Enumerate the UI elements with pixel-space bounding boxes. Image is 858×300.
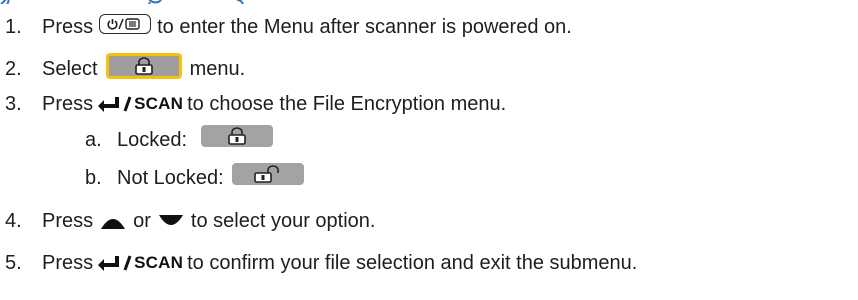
substep-letter: a. — [85, 129, 102, 151]
step-text-post: to confirm your file selection and exit … — [187, 252, 638, 274]
step-number: 3. — [5, 93, 22, 115]
step-text-pre: Press — [42, 16, 94, 38]
step-text-post: to enter the Menu after scanner is power… — [157, 16, 572, 38]
step-number: 1. — [5, 16, 22, 38]
not-locked-key — [231, 163, 304, 185]
step-text-pre: Press — [42, 93, 94, 115]
step-5: 5. Press SCAN to confirm your file selec… — [0, 249, 639, 277]
substep-b: b. Not Locked: — [80, 163, 304, 192]
step-text-post: to select your option. — [190, 210, 376, 232]
enter-arrow-icon — [98, 255, 132, 271]
step-number: 2. — [5, 58, 22, 80]
power-menu-icon — [107, 18, 140, 30]
step-2: 2. Select menu. — [0, 53, 247, 83]
step-text-mid: or — [133, 210, 151, 232]
step-text-post: to choose the File Encryption menu. — [187, 93, 507, 115]
lock-open-icon — [253, 165, 279, 183]
step-number: 5. — [5, 252, 22, 274]
step-text-pre: Press — [42, 252, 94, 274]
lock-menu-key — [105, 53, 182, 79]
step-4: 4. Press or to select your option. — [0, 207, 377, 235]
lock-icon — [134, 57, 153, 75]
substep-letter: b. — [85, 167, 102, 189]
heading-text-tail — [0, 0, 244, 4]
scan-label: SCAN — [134, 94, 184, 113]
step-text-pre: Select — [42, 58, 98, 80]
step-1: 1. Press to enter the Menu after scanner… — [0, 13, 574, 41]
section-heading-fragment — [0, 0, 340, 4]
down-arrow-icon — [158, 215, 183, 225]
power-menu-key — [99, 14, 152, 34]
locked-key — [201, 125, 274, 147]
step-text-post: menu. — [189, 58, 246, 80]
enter-scan-key: SCAN — [97, 249, 183, 277]
enter-arrow-icon — [98, 96, 132, 112]
enter-scan-key: SCAN — [97, 90, 183, 118]
step-number: 4. — [5, 210, 22, 232]
substep-text: Not Locked: — [117, 167, 224, 189]
lock-closed-icon — [228, 127, 246, 145]
substep-a: a. Locked: — [80, 125, 274, 154]
scan-label: SCAN — [134, 253, 184, 272]
up-arrow-icon — [101, 219, 126, 229]
substep-text: Locked: — [117, 129, 188, 151]
step-3: 3. Press SCAN to choose the File Encrypt… — [0, 90, 508, 118]
step-text-pre: Press — [42, 210, 94, 232]
